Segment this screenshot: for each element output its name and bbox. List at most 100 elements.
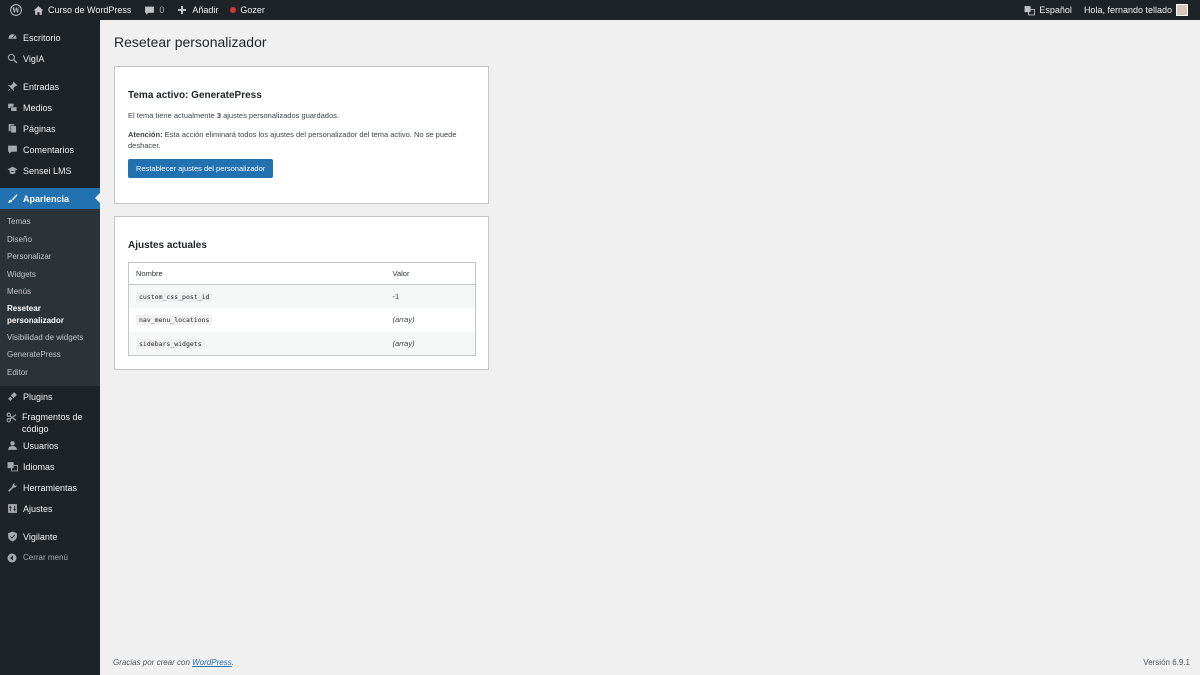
submenu-item-diseno[interactable]: Diseño	[0, 231, 100, 249]
paintbrush-icon	[6, 193, 18, 205]
menu-item-idiomas[interactable]: Idiomas	[0, 456, 100, 477]
comments-link[interactable]: 0	[137, 0, 170, 20]
menu-item-usuarios[interactable]: Usuarios	[0, 435, 100, 456]
setting-value: (array)	[392, 338, 415, 348]
menu-separator	[0, 519, 100, 526]
card-heading: Tema activo: GeneratePress	[128, 90, 262, 101]
menu-label: Fragmentos de código	[22, 412, 83, 434]
menu-item-herramientas[interactable]: Herramientas	[0, 477, 100, 498]
menu-label: Escritorio	[23, 32, 61, 43]
setting-name: custom_css_post_id	[136, 292, 213, 302]
active-theme-card: Tema activo: GeneratePress El tema tiene…	[114, 66, 489, 204]
menu-label: VigIA	[23, 53, 45, 64]
add-new-link[interactable]: Añadir	[170, 0, 224, 20]
submenu-item-editor[interactable]: Editor	[0, 364, 100, 382]
comment-icon	[6, 144, 18, 156]
admin-sidebar: Escritorio VigIA Entradas Medios Páginas…	[0, 20, 100, 675]
pages-icon	[6, 123, 18, 135]
menu-item-paginas[interactable]: Páginas	[0, 118, 100, 139]
setting-value-cell: (array)	[385, 331, 476, 355]
menu-label: Ajustes	[23, 503, 53, 514]
submenu-item-widgets[interactable]: Widgets	[0, 266, 100, 284]
menu-item-plugins[interactable]: Plugins	[0, 386, 100, 407]
main-content: Resetear personalizador Tema activo: Gen…	[100, 20, 1200, 675]
comment-icon	[143, 4, 155, 16]
menu-item-fragmentos[interactable]: Fragmentos de código	[0, 407, 100, 435]
setting-name: nav_menu_locations	[136, 315, 213, 326]
media-icon	[6, 102, 18, 114]
menu-item-ajustes[interactable]: Ajustes	[0, 498, 100, 519]
plugin-icon	[6, 391, 18, 403]
collapse-menu-button[interactable]: Cerrar menú	[0, 547, 100, 568]
menu-item-vigia[interactable]: VigIA	[0, 48, 100, 69]
site-name-link[interactable]: Curso de WordPress	[26, 0, 137, 20]
language-label: Español	[1039, 5, 1072, 15]
menu-item-entradas[interactable]: Entradas	[0, 76, 100, 97]
gozer-label: Gozer	[240, 5, 265, 15]
submenu-item-generatepress[interactable]: GeneratePress	[0, 346, 100, 364]
footer-text-end: .	[231, 658, 234, 667]
my-account-link[interactable]: Hola, fernando tellado	[1078, 0, 1194, 20]
menu-item-apariencia[interactable]: Apariencia	[0, 188, 100, 209]
setting-name-cell: custom_css_post_id	[128, 284, 386, 308]
gozer-link[interactable]: Gozer	[224, 0, 271, 20]
menu-item-sensei[interactable]: Sensei LMS	[0, 160, 100, 181]
wordpress-logo-icon[interactable]: W	[6, 0, 26, 20]
add-new-label: Añadir	[192, 5, 219, 15]
menu-label: Vigilante	[23, 531, 58, 542]
collapse-arrow-icon	[6, 552, 18, 564]
menu-label: Medios	[23, 102, 53, 113]
setting-name-cell: sidebars_widgets	[128, 331, 386, 355]
plus-icon	[176, 4, 188, 16]
desc-after: ajustes personalizados guardados.	[220, 111, 339, 120]
user-icon	[6, 440, 18, 452]
greeting-text: Hola, fernando tellado	[1083, 5, 1172, 15]
setting-value: -1	[385, 284, 476, 308]
menu-label: Apariencia	[23, 193, 70, 204]
pin-icon	[6, 81, 18, 93]
dashboard-icon	[6, 32, 18, 44]
column-header-value: Valor	[385, 262, 476, 285]
admin-bar: W Curso de WordPress 0 Añadir Gozer Espa…	[0, 0, 1200, 20]
menu-label: Páginas	[23, 123, 56, 134]
submenu-item-personalizar[interactable]: Personalizar	[0, 248, 100, 266]
svg-text:W: W	[11, 6, 20, 14]
footer-thanks: Gracias por crear con WordPress.	[113, 658, 234, 667]
translation-icon	[1023, 4, 1035, 16]
menu-label: Comentarios	[23, 144, 75, 155]
language-switcher[interactable]: Español	[1017, 0, 1078, 20]
submenu-item-temas[interactable]: Temas	[0, 213, 100, 231]
reset-customizer-button[interactable]: Restablecer ajustes del personalizador	[128, 159, 274, 178]
menu-label: Plugins	[23, 391, 53, 402]
wordpress-link[interactable]: WordPress	[192, 658, 232, 667]
menu-item-comentarios[interactable]: Comentarios	[0, 139, 100, 160]
home-icon	[32, 4, 44, 16]
desc-before: El tema tiene actualmente	[128, 111, 217, 120]
menu-item-escritorio[interactable]: Escritorio	[0, 27, 100, 48]
setting-name: sidebars_widgets	[136, 338, 205, 349]
menu-item-medios[interactable]: Medios	[0, 97, 100, 118]
wrench-icon	[6, 482, 18, 494]
current-settings-card: Ajustes actuales Nombre Valor custom_css…	[114, 216, 489, 370]
graduation-cap-icon	[6, 165, 18, 177]
appearance-submenu: Temas Diseño Personalizar Widgets Menús …	[0, 209, 100, 386]
warning-message: Esta acción eliminará todos los ajustes …	[128, 130, 457, 150]
submenu-item-resetear-personalizador[interactable]: Resetear personalizador	[0, 301, 100, 329]
comments-count: 0	[159, 5, 165, 15]
setting-name-cell: nav_menu_locations	[129, 308, 386, 332]
menu-label: Entradas	[23, 81, 60, 92]
warning-label: Atención:	[128, 130, 163, 139]
avatar	[1176, 4, 1188, 16]
table-row: nav_menu_locations (array)	[129, 308, 476, 332]
shield-icon	[6, 531, 18, 543]
menu-item-vigilante[interactable]: Vigilante	[0, 526, 100, 547]
page-title: Resetear personalizador	[114, 34, 267, 50]
site-name: Curso de WordPress	[48, 5, 132, 15]
settings-count-text: El tema tiene actualmente 3 ajustes pers…	[128, 110, 475, 121]
submenu-item-visibilidad-widgets[interactable]: Visibilidad de widgets	[0, 329, 100, 347]
status-dot-icon	[230, 7, 237, 13]
setting-value-cell: (array)	[386, 308, 476, 332]
submenu-item-menus[interactable]: Menús	[0, 283, 100, 301]
menu-label: Idiomas	[23, 461, 55, 472]
settings-table: Nombre Valor custom_css_post_id -1 nav_m…	[128, 262, 476, 356]
